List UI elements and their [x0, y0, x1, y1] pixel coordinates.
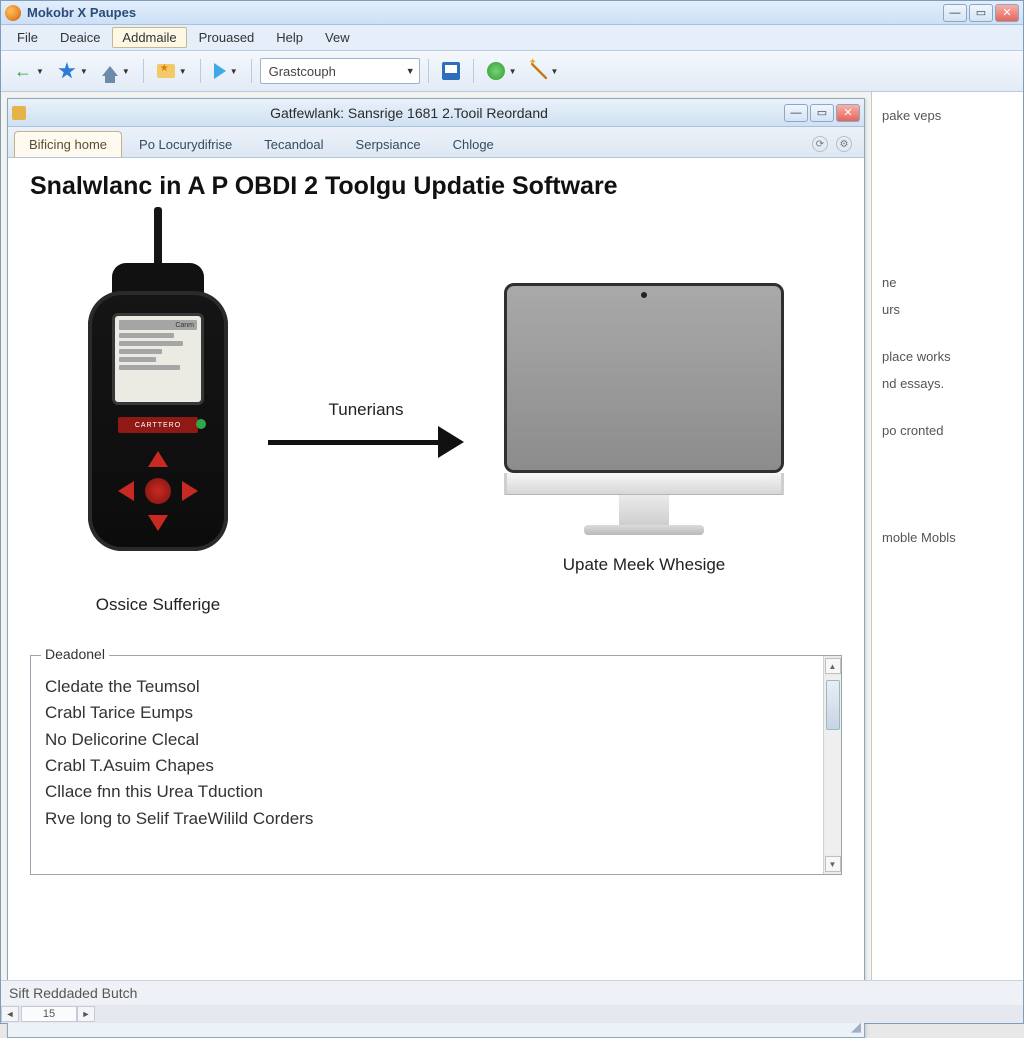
app-icon: [5, 5, 21, 21]
arrow-head-icon: [438, 426, 464, 458]
side-panel: pake veps ne urs place works nd essays. …: [871, 92, 1023, 1022]
minimize-button[interactable]: —: [943, 4, 967, 22]
obd-caption: Ossice Sufferige: [96, 595, 220, 615]
save-button[interactable]: [437, 57, 465, 85]
bookmarks-button[interactable]: ▼: [152, 57, 192, 85]
play-button[interactable]: ▼: [209, 57, 243, 85]
obd-screen-tag: Canm: [119, 320, 197, 330]
menu-bar: File Deaice Addmaile Prouased Help Vew: [1, 25, 1023, 51]
side-item[interactable]: po cronted: [882, 417, 1023, 444]
page-title: Snalwlanc in A P OBDI 2 Toolgu Updatie S…: [30, 172, 842, 201]
globe-icon: [487, 62, 505, 80]
star-icon: [58, 62, 76, 80]
log-line: Rve long to Selif TraeWilild Corders: [45, 806, 813, 832]
side-item[interactable]: nd essays.: [882, 370, 1023, 397]
sheet-tab[interactable]: 15: [21, 1006, 77, 1022]
diagram-area: Canm CARTTERO: [30, 219, 842, 639]
toolbar-separator: [143, 59, 144, 83]
tab-po[interactable]: Po Locurydifrise: [124, 131, 247, 157]
side-item[interactable]: place works: [882, 343, 1023, 370]
scroll-down-button[interactable]: ▼: [825, 856, 841, 872]
options-icon[interactable]: ⚙: [836, 136, 852, 152]
menu-view[interactable]: Vew: [315, 27, 360, 48]
horizontal-scrollbar[interactable]: ◄ 15 ►: [1, 1005, 1023, 1023]
transfer-arrow: Tunerians: [268, 400, 464, 458]
toolbar-separator: [200, 59, 201, 83]
log-line: Crabl Tarice Eumps: [45, 700, 813, 726]
tab-service[interactable]: Serpsiance: [341, 131, 436, 157]
arrow-label: Tunerians: [329, 400, 404, 420]
log-scrollbar[interactable]: ▲ ▼: [823, 656, 841, 874]
menu-processed[interactable]: Prouased: [189, 27, 265, 48]
status-text: Sift Reddaded Butch: [9, 985, 137, 1001]
main-toolbar: ←▼ ▼ ▼ ▼ ▼ Grastcouph ▼ ▼ ▼: [1, 51, 1023, 92]
play-icon: [214, 63, 226, 79]
obd-led-icon: [196, 419, 206, 429]
chevron-down-icon: ▼: [406, 66, 415, 76]
tab-change[interactable]: Chloge: [438, 131, 509, 157]
folder-star-icon: [157, 64, 175, 78]
web-button[interactable]: ▼: [482, 57, 522, 85]
scroll-up-button[interactable]: ▲: [825, 658, 841, 674]
window-controls: — ▭ ✕: [943, 4, 1019, 22]
log-line: Cledate the Teumsol: [45, 674, 813, 700]
save-icon: [442, 62, 460, 80]
doc-maximize-button[interactable]: ▭: [810, 104, 834, 122]
document-icon: [12, 106, 26, 120]
toolbar-separator: [473, 59, 474, 83]
tools-button[interactable]: ▼: [526, 57, 564, 85]
log-line: No Delicorine Clecal: [45, 727, 813, 753]
hscroll-right-button[interactable]: ►: [77, 1006, 95, 1022]
refresh-icon[interactable]: ⟳: [812, 136, 828, 152]
arrow-left-icon: ←: [14, 61, 32, 82]
document-titlebar: Gatfewlank: Sansrige 1681 2.Tooil Reorda…: [8, 99, 864, 127]
monitor-caption: Upate Meek Whesige: [563, 555, 726, 575]
maximize-button[interactable]: ▭: [969, 4, 993, 22]
log-line: Crabl T.Asuim Chapes: [45, 753, 813, 779]
app-titlebar: Mokobr X Paupes — ▭ ✕: [1, 1, 1023, 25]
log-content: Cledate the Teumsol Crabl Tarice Eumps N…: [31, 656, 823, 874]
tab-home[interactable]: Bificing home: [14, 131, 122, 157]
log-legend: Deadonel: [41, 646, 109, 662]
document-title: Gatfewlank: Sansrige 1681 2.Tooil Reorda…: [34, 105, 784, 121]
back-button[interactable]: ←▼: [9, 57, 49, 85]
document-window: Gatfewlank: Sansrige 1681 2.Tooil Reorda…: [7, 98, 865, 1038]
wand-icon: [531, 63, 547, 79]
obd-device-image: Canm CARTTERO: [78, 243, 238, 583]
combo-value: Grastcouph: [269, 64, 336, 79]
scroll-thumb[interactable]: [826, 680, 840, 730]
arrow-line-icon: [268, 440, 438, 445]
toolbar-separator: [251, 59, 252, 83]
computer-monitor-image: [494, 283, 794, 543]
side-item[interactable]: pake veps: [882, 102, 1023, 129]
doc-close-button[interactable]: ✕: [836, 104, 860, 122]
document-tabs: Bificing home Po Locurydifrise Tecandoal…: [8, 127, 864, 158]
toolbar-separator: [428, 59, 429, 83]
selector-combo[interactable]: Grastcouph ▼: [260, 58, 420, 84]
doc-minimize-button[interactable]: —: [784, 104, 808, 122]
obd-brand-label: CARTTERO: [118, 417, 198, 433]
home-button[interactable]: ▼: [97, 57, 135, 85]
menu-device[interactable]: Deaice: [50, 27, 110, 48]
app-title: Mokobr X Paupes: [27, 5, 136, 20]
side-item[interactable]: ne: [882, 269, 1023, 296]
document-body: Snalwlanc in A P OBDI 2 Toolgu Updatie S…: [8, 158, 864, 1015]
favorites-button[interactable]: ▼: [53, 57, 93, 85]
log-panel: Deadonel Cledate the Teumsol Crabl Taric…: [30, 655, 842, 875]
tab-technical[interactable]: Tecandoal: [249, 131, 338, 157]
close-button[interactable]: ✕: [995, 4, 1019, 22]
menu-help[interactable]: Help: [266, 27, 313, 48]
side-item[interactable]: urs: [882, 296, 1023, 323]
home-icon: [102, 66, 118, 76]
menu-file[interactable]: File: [7, 27, 48, 48]
side-item[interactable]: moble Mobls: [882, 524, 1023, 551]
status-bar: Sift Reddaded Butch: [1, 980, 1023, 1005]
menu-advanced[interactable]: Addmaile: [112, 27, 186, 48]
hscroll-left-button[interactable]: ◄: [1, 1006, 19, 1022]
log-line: Cllace fnn this Urea Tduction: [45, 779, 813, 805]
